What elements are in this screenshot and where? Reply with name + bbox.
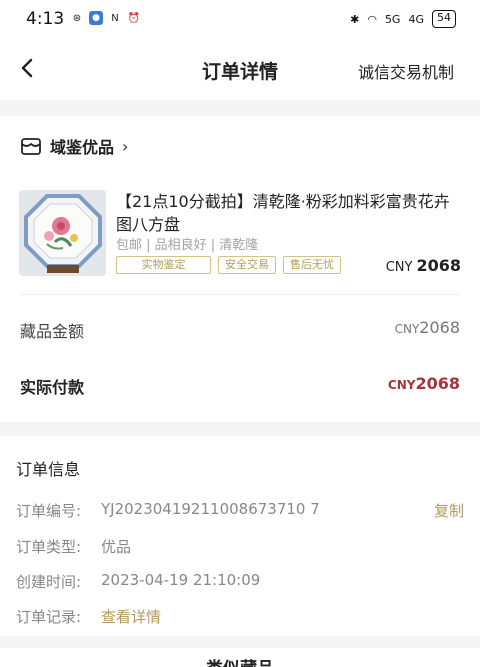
wifi-icon: ◠ (367, 12, 377, 26)
shop-link[interactable]: 域鉴优品 › (20, 133, 128, 159)
product-meta: 包邮 | 品相良好 | 清乾隆 (116, 238, 259, 253)
top-nav-bar: 订单详情 诚信交易机制 (0, 40, 480, 100)
created-time-value: 2023-04-19 21:10:09 (101, 571, 261, 589)
product-price: CNY 2068 (386, 256, 461, 275)
price-value: 2068 (416, 256, 461, 275)
trust-mechanism-link[interactable]: 诚信交易机制 (358, 59, 454, 83)
signal-5g-icon: 5G (384, 12, 401, 26)
order-record-row: 订单记录: 查看详情 (16, 606, 161, 627)
shop-name: 域鉴优品 (50, 138, 115, 157)
octagonal-plate-image (19, 190, 106, 276)
order-number-label: 订单编号: (16, 502, 82, 520)
amount-number: 2068 (419, 318, 460, 337)
order-info-title: 订单信息 (16, 460, 81, 479)
tag-authentication: 实物鉴定 (116, 256, 211, 274)
created-time-label: 创建时间: (16, 573, 82, 591)
app-notification-icon: ● (89, 11, 103, 25)
amount-currency: CNY (394, 322, 420, 336)
order-type-value: 优品 (101, 538, 132, 556)
view-details-link[interactable]: 查看详情 (101, 606, 161, 627)
alarm-icon: ⏰ (127, 12, 141, 24)
signal-4g-icon: 4G (408, 12, 424, 26)
nfc-icon: N (111, 12, 119, 24)
price-currency: CNY (385, 260, 413, 275)
tag-safe-trade: 安全交易 (218, 256, 276, 274)
chevron-right-icon: › (122, 136, 129, 156)
paid-value: CNY2068 (388, 374, 460, 393)
similar-items-section: 类似藏品 (0, 648, 480, 667)
order-item-card: 域鉴优品 › 【21点10分截拍】清乾隆·粉彩加料彩富贵花卉图八方盘 包邮 | … (0, 116, 480, 422)
notification-icon: ⊛ (72, 12, 82, 24)
product-title[interactable]: 【21点10分截拍】清乾隆·粉彩加料彩富贵花卉图八方盘 (116, 190, 456, 236)
divider (20, 294, 460, 295)
amount-value: CNY2068 (395, 318, 460, 337)
status-time: 4:13 (26, 9, 65, 29)
order-number-value: YJ20230419211008673710 7 (101, 500, 320, 518)
status-bar: 4:13 ⊛ ● N ⏰ ✱ ◠ 5G 4G 54 (0, 0, 480, 40)
paid-number: 2068 (415, 374, 460, 393)
bluetooth-icon: ✱ (350, 12, 360, 26)
copy-button[interactable]: 复制 (434, 500, 464, 521)
paid-label: 实际付款 (20, 378, 85, 397)
order-type-row: 订单类型: 优品 (16, 536, 131, 557)
notification-icons: ⊛ ● N ⏰ (70, 11, 141, 25)
order-number-row: 订单编号: YJ20230419211008673710 7 (16, 500, 320, 521)
order-info-card: 订单信息 订单编号: YJ20230419211008673710 7 复制 订… (0, 436, 480, 636)
paid-currency: CNY (387, 378, 416, 392)
product-tags: 实物鉴定 安全交易 售后无忧 (116, 256, 341, 274)
order-type-label: 订单类型: (16, 538, 82, 556)
similar-items-title: 类似藏品 (0, 654, 480, 667)
created-time-row: 创建时间: 2023-04-19 21:10:09 (16, 571, 260, 592)
battery-icon: 54 (432, 10, 456, 28)
system-icons: ✱ ◠ 5G 4G 54 (350, 10, 456, 28)
shop-icon (21, 138, 41, 155)
order-record-label: 订单记录: (16, 608, 82, 626)
amount-label: 藏品金额 (20, 322, 85, 341)
tag-after-sales: 售后无忧 (283, 256, 341, 274)
product-image[interactable] (19, 190, 106, 276)
